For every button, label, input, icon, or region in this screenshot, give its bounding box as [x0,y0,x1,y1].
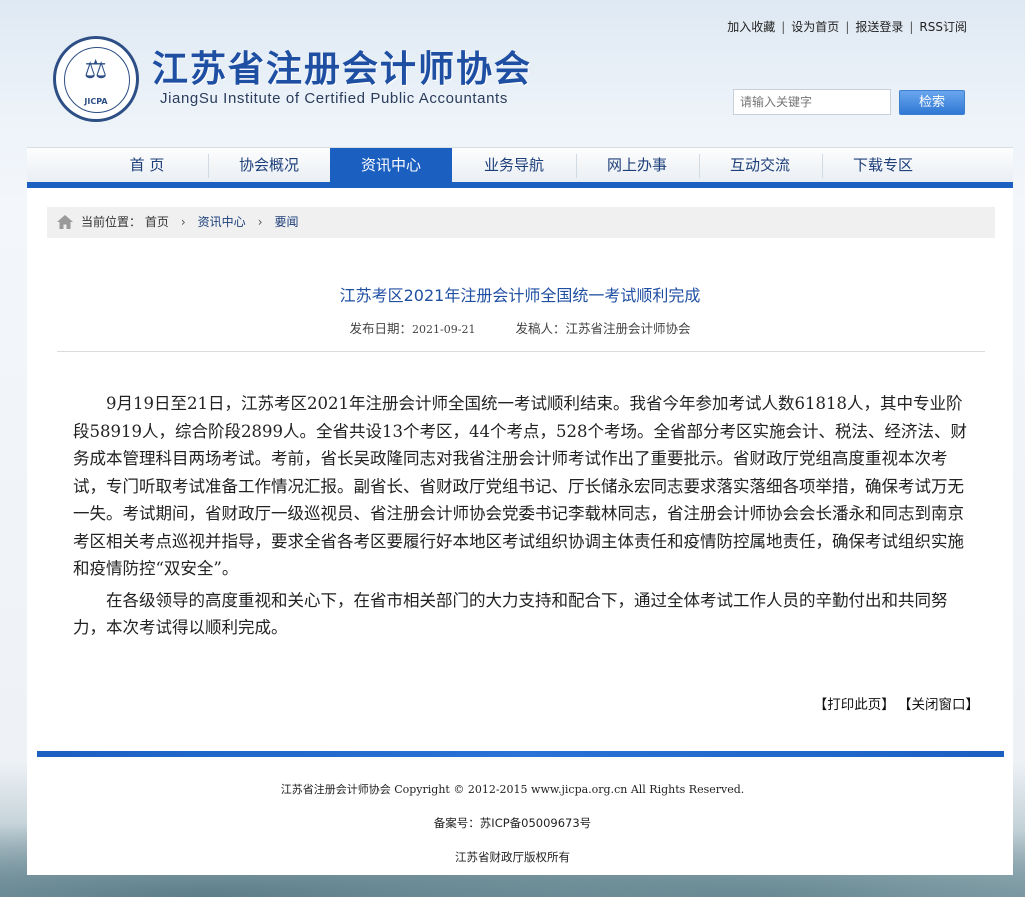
breadcrumb-home[interactable]: 首页 [145,215,169,229]
divider [57,351,985,352]
site-title[interactable]: 江苏省注册会计师协会 [152,40,532,92]
paragraph: 9月19日至21日，江苏考区2021年注册会计师全国统一考试顺利结束。我省今年参… [73,394,967,578]
breadcrumb-headlines[interactable]: 要闻 [275,215,299,229]
submit-login-link[interactable]: 报送登录 [855,20,903,34]
scales-icon: ⚖ [84,55,108,85]
nav-online-service[interactable]: 网上办事 [576,148,698,183]
author-label: 发稿人： [515,321,566,336]
nav-home[interactable]: 首 页 [86,148,208,183]
search-button[interactable]: 检索 [899,90,965,115]
footer-copyright: 江苏省注册会计师协会 Copyright © 2012-2015 www.jic… [280,783,745,796]
nav-business[interactable]: 业务导航 [453,148,575,183]
set-homepage-link[interactable]: 设为首页 [791,20,839,34]
add-favorite-link[interactable]: 加入收藏 [727,20,775,34]
publish-date: 2021-09-21 [412,323,476,336]
rss-link[interactable]: RSS订阅 [919,20,967,34]
footer-owner: 江苏省财政厅版权所有 [455,850,570,864]
main-nav: 首 页 协会概况 资讯中心 业务导航 网上办事 互动交流 下载专区 [27,147,1013,183]
seal-abbr: JICPA [84,97,108,106]
breadcrumb-trail: 当前位置： 首页 › 资讯中心 › 要闻 [81,207,299,238]
article-actions: 【打印此页】 【关闭窗口】 [804,693,979,713]
jicpa-seal-logo[interactable]: ⚖ JICPA [53,36,139,122]
divider: | [781,20,786,34]
site-header: ⚖ JICPA 江苏省注册会计师协会 JiangSu Institute of … [0,0,1025,147]
article-body: 9月19日至21日，江苏考区2021年注册会计师全国统一考试顺利结束。我省今年参… [73,390,969,642]
nav-about[interactable]: 协会概况 [208,148,330,183]
article-title: 江苏考区2021年注册会计师全国统一考试顺利完成 [339,286,701,305]
article-meta: 发布日期：2021-09-21 发稿人：江苏省注册会计师协会 [27,318,1013,337]
divider: | [845,20,850,34]
top-links: 加入收藏 | 设为首页 | 报送登录 | RSS订阅 [727,18,967,35]
home-icon [57,215,73,229]
search-input[interactable] [733,89,891,115]
author: 江苏省注册会计师协会 [565,321,691,336]
breadcrumb-prefix: 当前位置： [81,215,142,229]
nav-interaction[interactable]: 互动交流 [699,148,821,183]
breadcrumb: 当前位置： 首页 › 资讯中心 › 要闻 [47,207,995,238]
nav-news[interactable]: 资讯中心 [330,148,452,183]
chevron-right-icon: › [180,215,186,229]
footer-icp[interactable]: 备案号：苏ICP备05009673号 [0,815,1025,831]
footer-bar [37,751,1004,757]
nav-downloads[interactable]: 下载专区 [822,148,944,183]
date-label: 发布日期： [349,321,413,336]
main-content: 当前位置： 首页 › 资讯中心 › 要闻 江苏考区2021年注册会计师全国统一考试顺利完… [27,188,1013,875]
print-button[interactable]: 【打印此页】 [814,697,895,713]
site-subtitle: JiangSu Institute of Certified Public Ac… [160,90,508,107]
chevron-right-icon: › [257,215,263,229]
paragraph: 在各级领导的高度重视和关心下，在省市相关部门的大力支持和配合下，通过全体考试工作… [73,590,948,638]
close-window-button[interactable]: 【关闭窗口】 [905,697,979,713]
divider: | [909,20,914,34]
breadcrumb-news[interactable]: 资讯中心 [198,215,246,229]
